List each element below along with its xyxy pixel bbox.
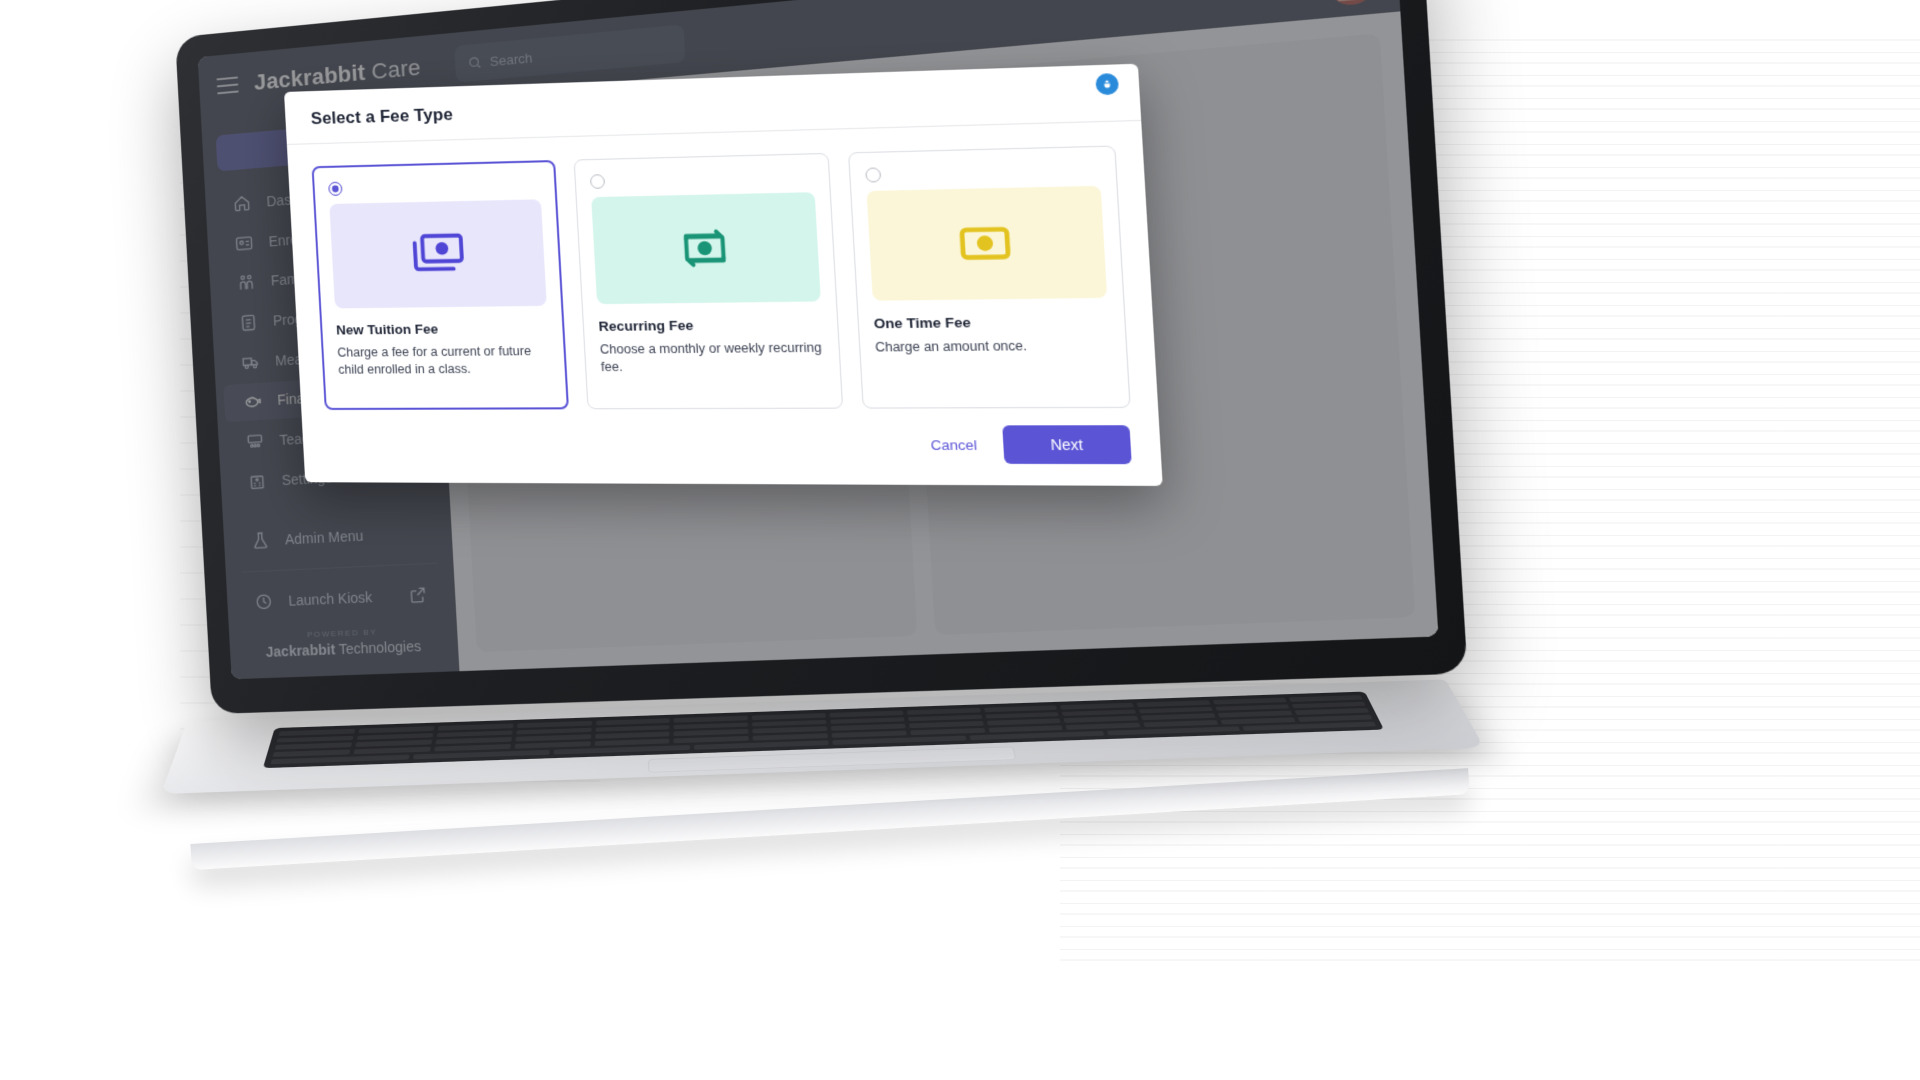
select-fee-type-modal: Select a Fee Type New Tuition Fee Charge… [284,63,1163,486]
keyboard-key [436,730,513,738]
keyboard-key [355,739,432,748]
keyboard-key [276,735,354,743]
keyboard-key [830,717,905,725]
keyboard-key [356,732,434,741]
keyboard-key [1064,716,1139,723]
keyboard-key [515,734,591,742]
fee-option-title: Recurring Fee [598,317,694,335]
keyboard-key [595,724,670,733]
keyboard-key [1212,697,1287,705]
keyboard-key [1297,714,1373,722]
keyboard-key [1060,702,1135,710]
keyboard-key [1062,709,1137,717]
keyboard-key [274,742,353,750]
keyboard-key [515,727,592,735]
keyboard-key [1138,706,1214,714]
keyboard-key [1294,708,1370,716]
keyboard-key [673,722,749,730]
keyboard-key [594,738,670,747]
keyboard-key [1065,722,1141,730]
modal-footer: Cancel Next [302,419,1163,486]
keyboard-key [673,715,748,723]
keyboard-key [673,736,749,744]
keyboard-key [752,733,828,741]
fee-option-title: One Time Fee [873,314,972,332]
keyboard-key [831,730,907,738]
keyboard-key [909,728,986,736]
keyboard-key [594,731,670,739]
fee-option-card-one-time-fee[interactable]: One Time Fee Charge an amount once. [847,145,1131,409]
keyboard-key [986,718,1062,726]
next-button[interactable]: Next [1002,425,1132,465]
keyboard-key [1215,704,1290,711]
fee-option-card-recurring-fee[interactable]: Recurring Fee Choose a monthly or weekly… [573,152,843,410]
fee-option-description: Charge a fee for a current or future chi… [337,343,532,378]
keyboard-key [673,729,749,737]
keyboard-key [595,718,670,726]
fee-thumbnail [591,192,821,305]
radio-recurring-fee[interactable] [590,174,606,189]
keyboard-key [988,725,1064,733]
keyboard-key [1136,700,1211,707]
keyboard-key [907,714,983,722]
fee-type-options: New Tuition Fee Charge a fee for a curre… [287,121,1159,420]
keyboard-key [908,721,984,729]
fee-option-description: Choose a monthly or weekly recurring fee… [599,340,822,375]
laptop-mockup: Jackrabbit Care Search [0,0,1920,1080]
keyboard-key [906,707,981,715]
keyboard-key [1288,694,1363,702]
keyboard-key [514,741,591,749]
banknote-icon [950,217,1022,272]
radio-one-time-fee[interactable] [864,167,881,183]
fee-option-description: Charge an amount once. [874,338,1028,355]
keyboard-key [751,712,826,720]
keyboard-key [830,723,906,731]
keyboard-key [278,728,356,736]
recurring-banknote-icon [671,222,739,275]
keyboard-key [272,749,351,758]
keyboard-key [752,726,828,734]
screenshot-stage: Jackrabbit Care Search [0,0,1920,1080]
keyboard-key [1141,713,1216,721]
fee-option-card-new-tuition-fee[interactable]: New Tuition Fee Charge a fee for a curre… [311,159,570,410]
radio-new-tuition-fee[interactable] [328,181,343,196]
fee-thumbnail [866,185,1108,301]
page-title: Select a Fee Type [310,104,454,129]
bug-icon[interactable] [1095,73,1120,96]
keyboard-key [434,744,511,752]
keyboard-key [437,723,514,731]
keyboard-key [1291,701,1366,709]
keyboard-key [435,737,512,745]
fee-thumbnail [329,199,548,309]
cancel-button[interactable]: Cancel [925,430,982,459]
keyboard-key [983,705,1058,713]
keyboard-key [1143,720,1219,728]
modal-wrapper: Select a Fee Type New Tuition Fee Charge… [284,63,1163,486]
fee-option-title: New Tuition Fee [335,321,439,338]
keyboard-key [1220,717,1296,725]
keyboard-key [985,711,1060,719]
keyboard-key [353,746,431,755]
stacked-banknote-icon [405,228,470,280]
keyboard-key [358,726,435,734]
keyboard-key [1218,710,1293,718]
keyboard-key [752,719,827,727]
keyboard-key [829,710,904,718]
keyboard-key [516,720,592,728]
